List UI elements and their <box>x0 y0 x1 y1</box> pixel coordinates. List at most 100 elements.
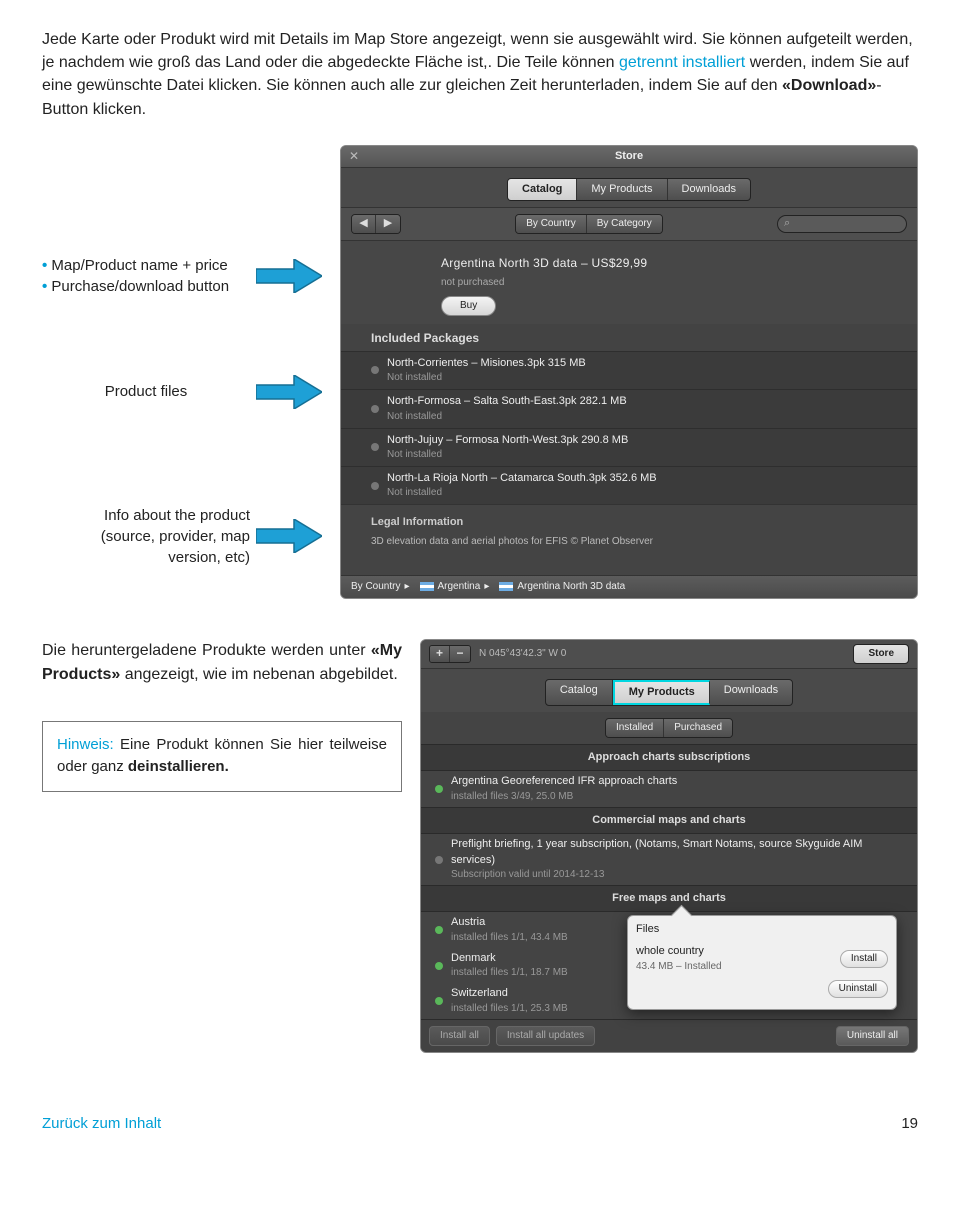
sub-tabs: Installed Purchased <box>605 718 733 738</box>
status-dot-icon <box>435 997 443 1005</box>
pkg-status: Not installed <box>387 371 586 385</box>
nav-buttons: ◀ ▶ <box>351 214 401 234</box>
product-row[interactable]: Argentina Georeferenced IFR approach cha… <box>421 771 917 806</box>
nav-forward-button[interactable]: ▶ <box>376 215 400 233</box>
popover-item-sub: 43.4 MB – Installed <box>636 960 722 974</box>
install-button[interactable]: Install <box>840 950 888 968</box>
arrow-icon <box>256 519 322 553</box>
pkg-title: North-Formosa – Salta South-East.3pk 282… <box>387 394 627 409</box>
prod-sub: installed files 1/1, 43.4 MB <box>451 931 568 945</box>
annot-info-l3: version, etc) <box>42 547 250 568</box>
uninstall-all-button[interactable]: Uninstall all <box>836 1026 909 1046</box>
pkg-status: Not installed <box>387 486 657 500</box>
store-title: Store <box>615 149 643 164</box>
bc-by-country[interactable]: By Country▸ <box>351 580 410 594</box>
status-dot-icon <box>371 443 379 451</box>
search-icon: ⌕ <box>784 216 790 231</box>
store-titlebar: ✕ Store <box>341 146 917 168</box>
tab-downloads[interactable]: Downloads <box>668 179 750 200</box>
arrow-icon <box>256 375 322 409</box>
product-row[interactable]: Preflight briefing, 1 year subscription,… <box>421 834 917 885</box>
bc-product[interactable]: Argentina North 3D data <box>499 580 625 594</box>
search-input[interactable]: ⌕ <box>777 215 907 233</box>
hint-box: Hinweis: Eine Produkt können Sie hier te… <box>42 721 402 792</box>
chevron-right-icon: ▸ <box>484 580 489 594</box>
chevron-right-icon: ▸ <box>404 580 409 594</box>
prod-title: Argentina Georeferenced IFR approach cha… <box>451 774 677 789</box>
package-row[interactable]: North-La Rioja North – Catamarca South.3… <box>341 466 917 504</box>
package-list: North-Corrientes – Misiones.3pk 315 MBNo… <box>341 351 917 505</box>
subtab-purchased[interactable]: Purchased <box>664 719 732 737</box>
package-row[interactable]: North-Corrientes – Misiones.3pk 315 MBNo… <box>341 351 917 389</box>
prod-sub: installed files 1/1, 25.3 MB <box>451 1002 568 1016</box>
prod-title: Switzerland <box>451 986 568 1001</box>
breadcrumb: By Country▸ Argentina▸ Argentina North 3… <box>341 575 917 598</box>
tab-my-products[interactable]: My Products <box>613 680 710 705</box>
included-packages-header: Included Packages <box>341 324 917 351</box>
filter-by-category[interactable]: By Category <box>587 215 662 233</box>
flag-icon <box>420 582 434 591</box>
bottom-button-bar: Install all Install all updates Uninstal… <box>421 1019 917 1052</box>
main-tabs: Catalog My Products Downloads <box>507 178 751 201</box>
zoom-in-button[interactable]: + <box>430 646 450 662</box>
uninstall-button[interactable]: Uninstall <box>828 980 888 998</box>
annot-purchase-btn: Purchase/download button <box>42 276 250 297</box>
annot-info-l2: (source, provider, map <box>42 526 250 547</box>
annot-product-files: Product files <box>42 381 250 402</box>
subtab-installed[interactable]: Installed <box>606 719 664 737</box>
store-pane-catalog: ✕ Store Catalog My Products Downloads ◀ … <box>340 145 918 599</box>
annot-info-l1: Info about the product <box>42 505 250 526</box>
tab-catalog[interactable]: Catalog <box>508 179 577 200</box>
status-dot-icon <box>435 926 443 934</box>
hint-bold: deinstallieren. <box>128 758 229 775</box>
bc-argentina[interactable]: Argentina▸ <box>420 580 490 594</box>
status-dot-icon <box>435 962 443 970</box>
intro-paragraph: Jede Karte oder Produkt wird mit Details… <box>42 28 918 121</box>
zoom-out-button[interactable]: − <box>450 646 470 662</box>
filter-tabs: By Country By Category <box>515 214 663 234</box>
prod-title: Denmark <box>451 951 568 966</box>
prod-title: Austria <box>451 915 568 930</box>
install-updates-button[interactable]: Install all updates <box>496 1026 595 1046</box>
category-header: Approach charts subscriptions <box>421 744 917 771</box>
pkg-status: Not installed <box>387 410 627 424</box>
popover-item-title: whole country <box>636 944 722 959</box>
files-popover: Files whole country 43.4 MB – Installed … <box>627 915 897 1010</box>
status-dot-icon <box>371 405 379 413</box>
main-tabs: Catalog My Products Downloads <box>545 679 793 706</box>
package-row[interactable]: North-Formosa – Salta South-East.3pk 282… <box>341 389 917 427</box>
filter-by-country[interactable]: By Country <box>516 215 586 233</box>
package-row[interactable]: North-Jujuy – Formosa North-West.3pk 290… <box>341 428 917 466</box>
page-number: 19 <box>901 1113 918 1134</box>
buy-button[interactable]: Buy <box>441 296 496 316</box>
my-products-paragraph: Die heruntergeladene Produkte werden unt… <box>42 639 402 687</box>
pkg-title: North-La Rioja North – Catamarca South.3… <box>387 471 657 486</box>
pkg-title: North-Corrientes – Misiones.3pk 315 MB <box>387 356 586 371</box>
tab-downloads[interactable]: Downloads <box>710 680 792 705</box>
category-header: Free maps and charts <box>421 885 917 912</box>
back-to-contents-link[interactable]: Zurück zum Inhalt <box>42 1113 161 1134</box>
prod-sub: installed files 1/1, 18.7 MB <box>451 966 568 980</box>
legal-text: 3D elevation data and aerial photos for … <box>371 535 897 549</box>
intro-highlight: getrennt installiert <box>619 54 745 71</box>
prod-title: Preflight briefing, 1 year subscription,… <box>451 837 907 868</box>
prod-sub: Subscription valid until 2014-12-13 <box>451 868 907 882</box>
annot-product-name: Map/Product name + price <box>42 255 250 276</box>
pkg-title: North-Jujuy – Formosa North-West.3pk 290… <box>387 433 628 448</box>
nav-back-button[interactable]: ◀ <box>352 215 376 233</box>
store-pane-my-products: + − N 045°43'42.3" W 0 Store Catalog My … <box>420 639 918 1053</box>
legal-header: Legal Information <box>371 515 897 530</box>
tab-catalog[interactable]: Catalog <box>546 680 613 705</box>
tab-my-products[interactable]: My Products <box>577 179 667 200</box>
hint-label: Hinweis: <box>57 736 114 753</box>
pkg-status: Not installed <box>387 448 628 462</box>
flag-icon <box>499 582 513 591</box>
install-all-button[interactable]: Install all <box>429 1026 490 1046</box>
popover-header: Files <box>636 922 888 937</box>
close-icon[interactable]: ✕ <box>349 148 359 165</box>
prod-sub: installed files 3/49, 25.0 MB <box>451 790 677 804</box>
store-toggle-button[interactable]: Store <box>853 644 909 664</box>
annotation-column: Map/Product name + price Purchase/downlo… <box>42 145 322 568</box>
status-dot-icon <box>435 856 443 864</box>
intro-bold: «Download» <box>782 77 876 94</box>
